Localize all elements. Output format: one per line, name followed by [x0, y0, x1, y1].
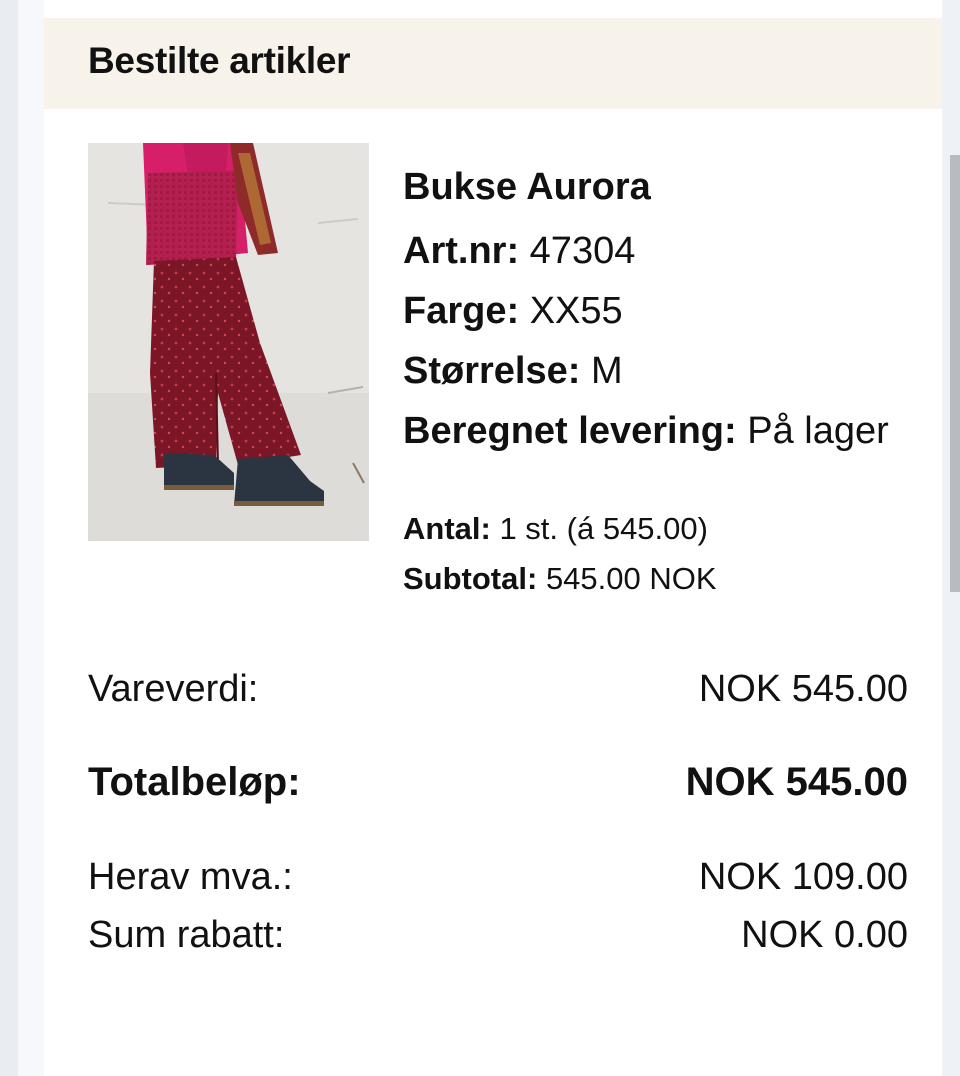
summary-value: NOK 545.00: [698, 668, 908, 710]
product-image[interactable]: [88, 143, 369, 541]
attribute-value: 47304: [529, 230, 636, 272]
attribute-label: Farge:: [403, 290, 520, 332]
subtotal-label: Subtotal:: [403, 561, 538, 596]
quantity-value: 1 st. (á 545.00): [499, 511, 708, 546]
section-title: Bestilte artikler: [88, 40, 351, 81]
summary-label: Vareverdi:: [88, 668, 259, 710]
attribute-value: XX55: [529, 290, 623, 332]
summary-discount: Sum rabatt: NOK 0.00: [88, 914, 908, 957]
attribute-label: Art.nr:: [403, 230, 520, 272]
summary-label: Sum rabatt:: [88, 914, 285, 956]
subtotal-line: Subtotal: 545.00 NOK: [403, 561, 717, 597]
attribute-label: Størrelse:: [403, 350, 581, 392]
attribute-article-number: Art.nr: 47304: [403, 230, 635, 273]
quantity-line: Antal: 1 st. (á 545.00): [403, 511, 708, 547]
summary-vat: Herav mva.: NOK 109.00: [88, 856, 908, 899]
summary-value: NOK 109.00: [698, 856, 908, 898]
summary-label: Herav mva.:: [88, 856, 293, 898]
summary-value: NOK 545.00: [685, 760, 908, 804]
attribute-value: På lager: [747, 410, 889, 452]
page-gutter-left: [0, 0, 18, 1076]
summary-total: Totalbeløp: NOK 545.00: [88, 760, 908, 805]
summary-value: NOK 0.00: [741, 914, 908, 956]
attribute-value: M: [590, 350, 623, 392]
quantity-label: Antal:: [403, 511, 491, 546]
attribute-label: Beregnet levering:: [403, 410, 737, 452]
subtotal-value: 545.00 NOK: [545, 561, 717, 596]
product-name: Bukse Aurora: [403, 166, 651, 208]
page-strip-left: [18, 0, 44, 1076]
attribute-size: Størrelse: M: [403, 350, 623, 393]
summary-label: Totalbeløp:: [88, 760, 301, 804]
attribute-delivery: Beregnet levering: På lager: [403, 410, 889, 453]
attribute-color: Farge: XX55: [403, 290, 623, 333]
summary-goods-value: Vareverdi: NOK 545.00: [88, 668, 908, 711]
scrollbar[interactable]: [950, 155, 960, 592]
